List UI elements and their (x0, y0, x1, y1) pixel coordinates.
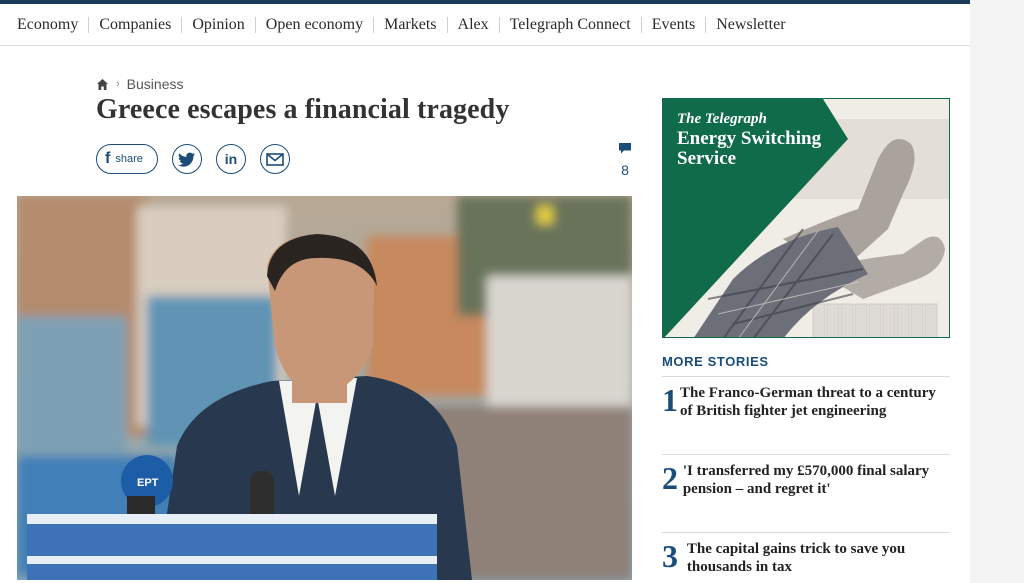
story-number: 3 (662, 538, 678, 574)
more-stories-heading: MORE STORIES (662, 354, 769, 369)
nav-divider (640, 16, 642, 33)
nav-item-open-economy[interactable]: Open economy (266, 16, 363, 34)
story-item[interactable]: 3 The capital gains trick to save you th… (662, 540, 950, 576)
story-number: 2 (662, 460, 678, 496)
divider (662, 376, 950, 377)
facebook-icon: f (105, 150, 111, 167)
ad-title: Energy Switching Service (677, 129, 821, 169)
story-number: 1 (662, 382, 678, 418)
email-icon (266, 152, 284, 166)
nav-item-economy[interactable]: Economy (17, 16, 78, 34)
telegraph-logo: The Telegraph (677, 111, 767, 127)
nav-divider (254, 16, 256, 33)
nav-item-markets[interactable]: Markets (384, 16, 436, 34)
nav-item-events[interactable]: Events (652, 16, 696, 34)
nav-divider (373, 16, 375, 33)
nav-item-newsletter[interactable]: Newsletter (716, 16, 785, 34)
comment-count: 8 (621, 162, 629, 178)
nav-divider (181, 16, 183, 33)
comments-link[interactable]: 8 (614, 142, 636, 178)
nav-item-opinion[interactable]: Opinion (192, 16, 244, 34)
divider (662, 532, 950, 533)
breadcrumb-business[interactable]: Business (127, 76, 184, 92)
page: Economy Companies Opinion Open economy M… (0, 0, 970, 583)
nav-divider (88, 16, 90, 33)
linkedin-share-button[interactable]: in (216, 144, 246, 174)
linkedin-icon: in (224, 151, 238, 167)
section-nav: Economy Companies Opinion Open economy M… (0, 4, 970, 46)
share-bar: f share in (96, 144, 290, 174)
energy-switching-ad[interactable]: The Telegraph Energy Switching Service (662, 98, 950, 338)
chevron-right-icon: › (116, 78, 120, 90)
twitter-share-button[interactable] (172, 144, 202, 174)
email-share-button[interactable] (260, 144, 290, 174)
svg-text:EPT: EPT (137, 477, 159, 489)
story-title[interactable]: 'I transferred my £570,000 final salary … (683, 462, 950, 498)
story-item[interactable]: 1 The Franco-German threat to a century … (662, 384, 950, 420)
facebook-share-button[interactable]: f share (96, 144, 158, 174)
ad-title-line-2: Service (677, 148, 737, 169)
nav-divider (446, 16, 448, 33)
story-title[interactable]: The capital gains trick to save you thou… (687, 540, 950, 576)
nav-divider (705, 16, 707, 33)
story-title[interactable]: The Franco-German threat to a century of… (680, 384, 950, 420)
divider (662, 454, 950, 455)
article-hero-image: EPT (17, 196, 632, 580)
nav-divider (498, 16, 500, 33)
page-gutter (970, 0, 1024, 583)
nav-item-telegraph-connect[interactable]: Telegraph Connect (510, 16, 631, 34)
nav-item-companies[interactable]: Companies (99, 16, 171, 34)
nav-item-alex[interactable]: Alex (458, 16, 489, 34)
comment-icon (619, 143, 631, 154)
twitter-icon (178, 152, 195, 167)
home-icon[interactable] (96, 78, 109, 91)
story-item[interactable]: 2 'I transferred my £570,000 final salar… (662, 462, 950, 498)
article-headline: Greece escapes a financial tragedy (96, 94, 510, 125)
breadcrumb: › Business (96, 76, 183, 92)
ad-title-line-1: Energy Switching (677, 128, 822, 149)
share-label: share (115, 153, 143, 165)
